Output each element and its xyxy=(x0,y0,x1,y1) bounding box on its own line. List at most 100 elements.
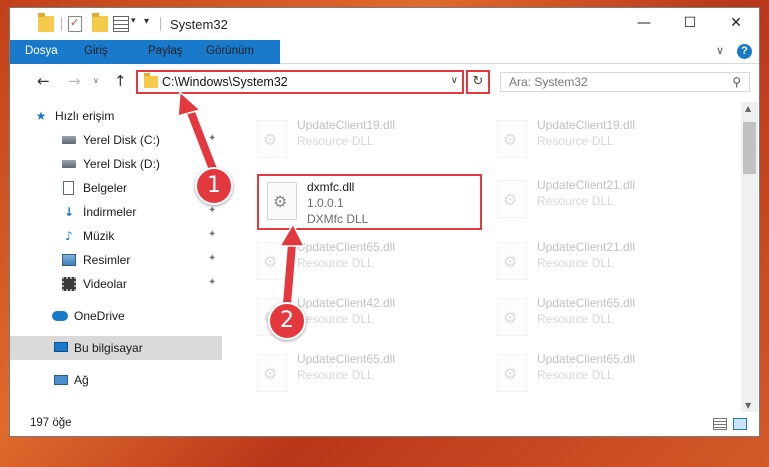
cloud-icon xyxy=(52,311,68,321)
minimize-button[interactable]: — xyxy=(621,8,667,40)
sidebar-item-local-disk-c[interactable]: Yerel Disk (C:) ✦ xyxy=(10,128,222,152)
forward-arrow-icon[interactable]: → xyxy=(68,72,81,90)
file-name: UpdateClient19.dll xyxy=(297,118,396,132)
folder-icon xyxy=(144,73,158,88)
sidebar-item-label: Müzik xyxy=(83,229,115,243)
sidebar-item-label: Yerel Disk (D:) xyxy=(83,157,160,171)
sidebar-item-downloads[interactable]: ↓ İndirmeler ✦ xyxy=(10,200,222,224)
recent-locations-icon[interactable]: ∨ xyxy=(93,76,99,85)
scrollbar-thumb[interactable] xyxy=(743,122,756,174)
file-name: UpdateClient21.dll xyxy=(537,240,636,254)
address-dropdown-icon[interactable]: ∨ xyxy=(451,75,458,86)
file-item[interactable]: UpdateClient21.dll Resource DLL xyxy=(487,234,727,290)
file-item[interactable]: UpdateClient65.dll Resource DLL xyxy=(247,234,487,290)
disk-icon xyxy=(62,136,76,144)
star-icon: ★ xyxy=(35,109,47,123)
disk-icon xyxy=(62,160,76,168)
file-item[interactable]: UpdateClient21.dll Resource DLL xyxy=(487,172,727,228)
quick-access-separator xyxy=(61,17,62,31)
search-placeholder: Ara: System32 xyxy=(509,75,588,89)
vertical-scrollbar[interactable]: ▲ ▼ xyxy=(741,102,758,412)
file-description: Resource DLL xyxy=(537,134,614,148)
file-description: Resource DLL xyxy=(297,368,374,382)
properties-icon[interactable] xyxy=(68,16,82,32)
back-arrow-icon[interactable]: ← xyxy=(37,72,50,90)
view-options-icon[interactable] xyxy=(113,16,129,32)
step-badge-1: 1 xyxy=(195,167,233,205)
dll-file-icon xyxy=(497,120,527,158)
file-description: Resource DLL xyxy=(297,134,374,148)
sidebar-item-quick-access[interactable]: ★ Hızlı erişim xyxy=(10,104,222,128)
sidebar-item-onedrive[interactable]: OneDrive xyxy=(10,304,222,328)
pin-icon[interactable]: ✦ xyxy=(208,205,216,216)
sidebar-item-label: Bu bilgisayar xyxy=(74,341,143,355)
file-description: Resource DLL xyxy=(537,368,614,382)
file-description: Resource DLL xyxy=(537,312,614,326)
pictures-icon xyxy=(62,254,76,266)
scroll-down-icon[interactable]: ▼ xyxy=(745,401,751,410)
address-bar[interactable]: C:\Windows\System32 ∨ xyxy=(136,70,464,94)
pin-icon[interactable]: ✦ xyxy=(208,253,216,264)
customize-quick-access-icon[interactable]: ▾ xyxy=(144,16,149,27)
file-item[interactable]: UpdateClient19.dll Resource DLL xyxy=(247,112,487,168)
pin-icon[interactable]: ✦ xyxy=(208,229,216,240)
up-arrow-icon[interactable]: ↑ xyxy=(114,72,127,90)
search-icon: ⚲ xyxy=(732,75,741,89)
file-name: UpdateClient65.dll xyxy=(537,296,636,310)
download-icon: ↓ xyxy=(63,205,75,219)
sidebar-item-label: Ağ xyxy=(74,373,89,387)
sidebar-item-documents[interactable]: Belgeler ✦ xyxy=(10,176,222,200)
pin-icon[interactable]: ✦ xyxy=(208,277,216,288)
file-name: UpdateClient19.dll xyxy=(537,118,636,132)
tiles-view-icon[interactable] xyxy=(733,418,747,430)
network-icon xyxy=(54,375,68,385)
file-description: Resource DLL xyxy=(537,194,614,208)
ribbon-tabs: Dosya Giriş Paylaş Görünüm ∨ ? xyxy=(10,40,759,96)
sidebar-item-local-disk-d[interactable]: Yerel Disk (D:) ✦ xyxy=(10,152,222,176)
file-item[interactable]: UpdateClient19.dll Resource DLL xyxy=(487,112,727,168)
file-name: UpdateClient65.dll xyxy=(297,240,396,254)
details-view-icon[interactable] xyxy=(713,418,727,430)
highlight-box xyxy=(257,174,482,230)
file-item[interactable]: UpdateClient65.dll Resource DLL xyxy=(247,346,487,402)
sidebar-item-music[interactable]: ♪ Müzik ✦ xyxy=(10,224,222,248)
file-item[interactable]: UpdateClient65.dll Resource DLL xyxy=(487,346,727,402)
dll-file-icon xyxy=(497,354,527,392)
item-count: 197 öğe xyxy=(30,417,72,429)
file-name: UpdateClient65.dll xyxy=(297,352,396,366)
sidebar-item-this-pc[interactable]: Bu bilgisayar xyxy=(10,336,222,360)
file-description: Resource DLL xyxy=(297,312,374,326)
title-bar: ▾ ▾ System32 — ☐ ✕ xyxy=(10,8,759,40)
navigation-pane: ★ Hızlı erişim Yerel Disk (C:) ✦ Yerel D… xyxy=(10,102,224,412)
sidebar-item-label: Yerel Disk (C:) xyxy=(83,133,160,147)
step-badge-2: 2 xyxy=(268,302,306,340)
computer-icon xyxy=(54,342,68,352)
view-options-caret-icon[interactable]: ▾ xyxy=(131,16,136,26)
pin-icon[interactable]: ✦ xyxy=(208,133,216,144)
folder-icon xyxy=(38,13,54,32)
sidebar-item-pictures[interactable]: Resimler ✦ xyxy=(10,248,222,272)
file-description: Resource DLL xyxy=(537,256,614,270)
sidebar-item-network[interactable]: Ağ xyxy=(10,368,222,392)
file-name: UpdateClient21.dll xyxy=(537,178,636,192)
tab-home[interactable]: Giriş xyxy=(74,40,118,63)
file-item[interactable]: UpdateClient65.dll Resource DLL xyxy=(487,290,727,346)
refresh-button[interactable]: ↻ xyxy=(466,70,490,94)
sidebar-item-videos[interactable]: Videolar ✦ xyxy=(10,272,222,296)
scroll-up-icon[interactable]: ▲ xyxy=(745,104,751,113)
tab-view[interactable]: Görünüm xyxy=(196,40,264,63)
videos-icon xyxy=(62,277,76,291)
sidebar-item-label: Belgeler xyxy=(83,181,128,195)
help-icon[interactable]: ? xyxy=(737,44,752,59)
tab-share[interactable]: Paylaş xyxy=(138,40,193,63)
file-name: UpdateClient42.dll xyxy=(297,296,396,310)
search-input[interactable]: Ara: System32 ⚲ xyxy=(500,72,750,92)
dll-file-icon xyxy=(257,354,287,392)
new-folder-icon[interactable] xyxy=(92,13,108,32)
expand-ribbon-icon[interactable]: ∨ xyxy=(716,44,724,57)
file-name: UpdateClient65.dll xyxy=(537,352,636,366)
address-path[interactable]: C:\Windows\System32 xyxy=(162,75,288,89)
sidebar-item-label: İndirmeler xyxy=(83,205,137,219)
maximize-button[interactable]: ☐ xyxy=(667,8,713,40)
close-button[interactable]: ✕ xyxy=(713,8,759,40)
